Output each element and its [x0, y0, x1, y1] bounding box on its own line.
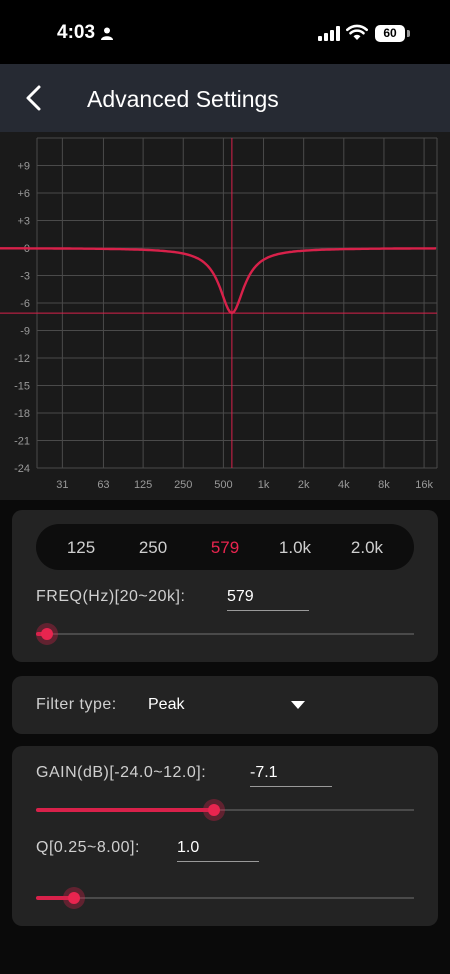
slider-thumb[interactable] [36, 623, 59, 645]
frequency-card: 125 250 579 1.0k 2.0k FREQ(Hz)[20~20k]: 579 [12, 510, 438, 662]
gain-q-card: GAIN(dB)[-24.0~12.0]: -7.1 Q[0.25~8.00]:… [12, 746, 438, 926]
freq-label: FREQ(Hz)[20~20k]: [36, 588, 186, 605]
slider-track [36, 633, 414, 635]
x-tick-label: 16k [415, 479, 433, 491]
filter-type-select[interactable]: Peak [148, 696, 184, 714]
eq-chart[interactable]: +9 +6 +3 0 -3 -6 -9 -12 -15 -18 -21 -24 31 63 125 250 50… [0, 132, 450, 500]
header-bar: Advanced Settings [0, 64, 450, 132]
preset-selector: 125 250 579 1.0k 2.0k [36, 524, 414, 570]
battery-level: 60 [375, 25, 405, 42]
battery-tip [407, 30, 410, 37]
status-time: 4:03 [57, 22, 96, 43]
slider-thumb[interactable] [62, 887, 85, 909]
y-tick-label: -18 [14, 408, 30, 420]
filter-card: Filter type: Peak [12, 676, 438, 734]
back-button[interactable] [18, 82, 50, 114]
battery-icon: 60 [375, 25, 411, 42]
x-tick-label: 4k [338, 479, 350, 491]
dropdown-arrow-icon[interactable] [291, 701, 305, 709]
y-tick-label: -3 [20, 271, 30, 283]
slider-fill [36, 808, 214, 812]
wifi-icon [346, 24, 368, 40]
x-tick-label: 31 [56, 479, 68, 491]
y-tick-label: -21 [14, 436, 30, 448]
y-tick-label: -15 [14, 381, 30, 393]
y-tick-label: -12 [14, 353, 30, 365]
gain-input[interactable]: -7.1 [250, 764, 332, 787]
signal-icon [318, 26, 340, 41]
y-tick-label: -6 [20, 298, 30, 310]
preset-125[interactable]: 125 [59, 538, 103, 558]
gain-slider[interactable] [36, 798, 414, 822]
page-title: Advanced Settings [87, 86, 279, 112]
q-slider[interactable] [36, 886, 414, 910]
slider-track [36, 897, 414, 899]
x-tick-label: 1k [258, 479, 270, 491]
filter-label: Filter type: [36, 696, 117, 713]
x-tick-label: 125 [134, 479, 152, 491]
q-input[interactable]: 1.0 [177, 839, 259, 862]
preset-250[interactable]: 250 [131, 538, 175, 558]
y-tick-label: -24 [14, 463, 30, 475]
q-label: Q[0.25~8.00]: [36, 839, 140, 856]
y-tick-label: -9 [20, 326, 30, 338]
preset-1-0k[interactable]: 1.0k [273, 538, 317, 558]
x-tick-label: 250 [174, 479, 192, 491]
x-tick-label: 8k [378, 479, 390, 491]
gain-label: GAIN(dB)[-24.0~12.0]: [36, 764, 207, 781]
eq-chart-svg: +9+6+30-3-6-9-12-15-18-21-2431 63 125 250 50… [0, 137, 438, 491]
x-tick-label: 2k [298, 479, 310, 491]
chevron-left-icon [26, 85, 41, 111]
freq-slider[interactable] [36, 622, 414, 646]
x-tick-label: 63 [97, 479, 109, 491]
y-tick-label: +6 [17, 188, 30, 200]
preset-2-0k[interactable]: 2.0k [345, 538, 389, 558]
slider-thumb[interactable] [202, 799, 225, 821]
y-tick-label: +3 [17, 216, 30, 228]
person-icon [101, 27, 113, 40]
status-bar: 4:03 60 [0, 0, 450, 64]
y-tick-label: +9 [17, 161, 30, 173]
x-tick-label: 500 [214, 479, 232, 491]
preset-579[interactable]: 579 [203, 538, 247, 558]
freq-input[interactable]: 579 [227, 588, 309, 611]
